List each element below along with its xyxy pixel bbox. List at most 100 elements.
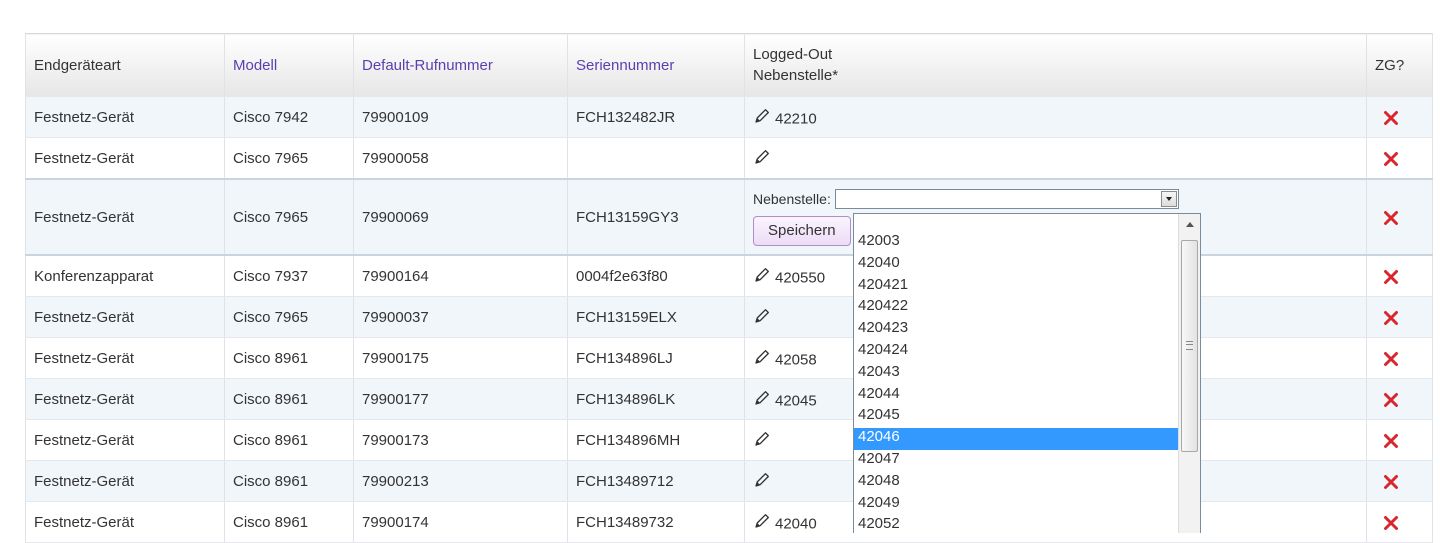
scrollbar-thumb[interactable] [1181, 240, 1198, 452]
cell-zg [1366, 296, 1433, 338]
header-model[interactable]: Modell [224, 33, 354, 97]
delete-x-icon[interactable] [1383, 269, 1399, 285]
header-logged-out-line1: Logged-Out [753, 46, 833, 63]
cell-device-type: Festnetz-Gerät [25, 178, 225, 256]
pencil-icon[interactable] [753, 307, 771, 325]
delete-x-icon[interactable] [1383, 210, 1399, 226]
pencil-icon[interactable] [753, 430, 771, 448]
delete-x-icon[interactable] [1383, 151, 1399, 167]
dropdown-option[interactable]: 420422 [854, 297, 1178, 319]
table-row: Festnetz-Gerät Cisco 8961 79900213 FCH13489… [25, 460, 1433, 502]
header-zg: ZG? [1366, 33, 1433, 97]
cell-model: Cisco 7965 [224, 296, 354, 338]
table-row: Festnetz-Gerät Cisco 8961 79900174 FCH13489… [25, 501, 1433, 543]
cell-model: Cisco 7965 [224, 178, 354, 256]
table-row: Festnetz-Gerät Cisco 7965 79900037 FCH13159… [25, 296, 1433, 338]
extension-dropdown-list[interactable]: 42003 42040 420421 420422 420423 420424 42043 4… [853, 213, 1201, 533]
cell-zg [1366, 460, 1433, 502]
header-logged-out-line2: Nebenstelle* [753, 67, 839, 84]
cell-serial: FCH13159GY3 [567, 178, 745, 256]
cell-zg [1366, 419, 1433, 461]
extension-value: 420550 [775, 269, 826, 287]
extension-select[interactable] [834, 189, 1179, 209]
pencil-icon[interactable] [753, 148, 771, 166]
dropdown-option[interactable]: 42049 [854, 494, 1178, 516]
pencil-icon[interactable] [753, 348, 771, 366]
delete-x-icon[interactable] [1383, 310, 1399, 326]
cell-zg [1366, 255, 1433, 297]
dropdown-option[interactable]: 420423 [854, 319, 1178, 341]
cell-model: Cisco 8961 [224, 419, 354, 461]
table-header-row: Endgeräteart Modell Default-Rufnummer Se… [25, 33, 1433, 97]
dropdown-option[interactable]: 42046 [854, 428, 1178, 450]
cell-default-number: 79900109 [353, 96, 568, 138]
edit-extension-line: Nebenstelle: [753, 188, 1358, 210]
header-default-number[interactable]: Default-Rufnummer [353, 33, 568, 97]
delete-x-icon[interactable] [1383, 433, 1399, 449]
dropdown-option[interactable]: 420421 [854, 276, 1178, 298]
pencil-icon[interactable] [753, 266, 771, 284]
cell-serial: 0004f2e63f80 [567, 255, 745, 297]
cell-device-type: Festnetz-Gerät [25, 460, 225, 502]
save-button[interactable]: Speichern [753, 216, 851, 246]
devices-table: Endgeräteart Modell Default-Rufnummer Se… [25, 33, 1433, 543]
dropdown-scrollbar[interactable] [1178, 214, 1200, 533]
table-row: Festnetz-Gerät Cisco 8961 79900173 FCH13489… [25, 419, 1433, 461]
dropdown-option[interactable]: 42044 [854, 385, 1178, 407]
sort-link-serial[interactable]: Seriennummer [576, 57, 674, 74]
pencil-icon[interactable] [753, 107, 771, 125]
scroll-up-arrow-icon[interactable] [1181, 216, 1198, 234]
cell-default-number: 79900058 [353, 137, 568, 180]
delete-x-icon[interactable] [1383, 515, 1399, 531]
delete-x-icon[interactable] [1383, 474, 1399, 490]
table-row: Festnetz-Gerät Cisco 8961 79900175 FCH13489… [25, 337, 1433, 379]
dropdown-option[interactable]: 42043 [854, 363, 1178, 385]
delete-x-icon[interactable] [1383, 392, 1399, 408]
table-row: Festnetz-Gerät Cisco 7965 79900069 FCH13159… [25, 178, 1433, 256]
cell-default-number: 79900173 [353, 419, 568, 461]
extension-value: 42045 [775, 392, 817, 410]
dropdown-option[interactable]: 42047 [854, 450, 1178, 472]
cell-zg [1366, 96, 1433, 138]
cell-logged-out-extension [744, 137, 1367, 180]
table-row: Festnetz-Gerät Cisco 7942 79900109 FCH13248… [25, 96, 1433, 138]
extension-label: Nebenstelle: [753, 191, 831, 207]
devices-table-container: Endgeräteart Modell Default-Rufnummer Se… [25, 33, 1433, 543]
pencil-icon[interactable] [753, 471, 771, 489]
cell-device-type: Festnetz-Gerät [25, 137, 225, 180]
cell-model: Cisco 7965 [224, 137, 354, 180]
cell-zg [1366, 178, 1433, 256]
header-device-type: Endgeräteart [25, 33, 225, 97]
pencil-icon[interactable] [753, 512, 771, 530]
cell-device-type: Konferenzapparat [25, 255, 225, 297]
cell-logged-out-extension: 42210 [744, 96, 1367, 138]
table-row: Konferenzapparat Cisco 7937 79900164 0004f2… [25, 255, 1433, 297]
cell-model: Cisco 8961 [224, 378, 354, 420]
sort-link-model[interactable]: Modell [233, 57, 277, 74]
table-row: Festnetz-Gerät Cisco 8961 79900177 FCH13489… [25, 378, 1433, 420]
delete-x-icon[interactable] [1383, 351, 1399, 367]
cell-zg [1366, 137, 1433, 180]
dropdown-option[interactable]: 42052 [854, 515, 1178, 533]
cell-model: Cisco 8961 [224, 337, 354, 379]
header-logged-out-extension: Logged-Out Nebenstelle* [744, 33, 1367, 97]
cell-model: Cisco 7942 [224, 96, 354, 138]
cell-default-number: 79900174 [353, 501, 568, 543]
dropdown-option[interactable]: 42048 [854, 472, 1178, 494]
dropdown-options: 42003 42040 420421 420422 420423 420424 42043 4… [854, 232, 1178, 533]
dropdown-option[interactable]: 42040 [854, 254, 1178, 276]
cell-model: Cisco 8961 [224, 501, 354, 543]
cell-device-type: Festnetz-Gerät [25, 96, 225, 138]
dropdown-option[interactable]: 42003 [854, 232, 1178, 254]
cell-serial [567, 137, 745, 180]
cell-model: Cisco 8961 [224, 460, 354, 502]
chevron-down-icon[interactable] [1160, 191, 1177, 207]
sort-link-default-number[interactable]: Default-Rufnummer [362, 57, 493, 74]
dropdown-option[interactable]: 420424 [854, 341, 1178, 363]
dropdown-option[interactable]: 42045 [854, 406, 1178, 428]
cell-default-number: 79900213 [353, 460, 568, 502]
delete-x-icon[interactable] [1383, 110, 1399, 126]
cell-default-number: 79900037 [353, 296, 568, 338]
header-serial[interactable]: Seriennummer [567, 33, 745, 97]
pencil-icon[interactable] [753, 389, 771, 407]
